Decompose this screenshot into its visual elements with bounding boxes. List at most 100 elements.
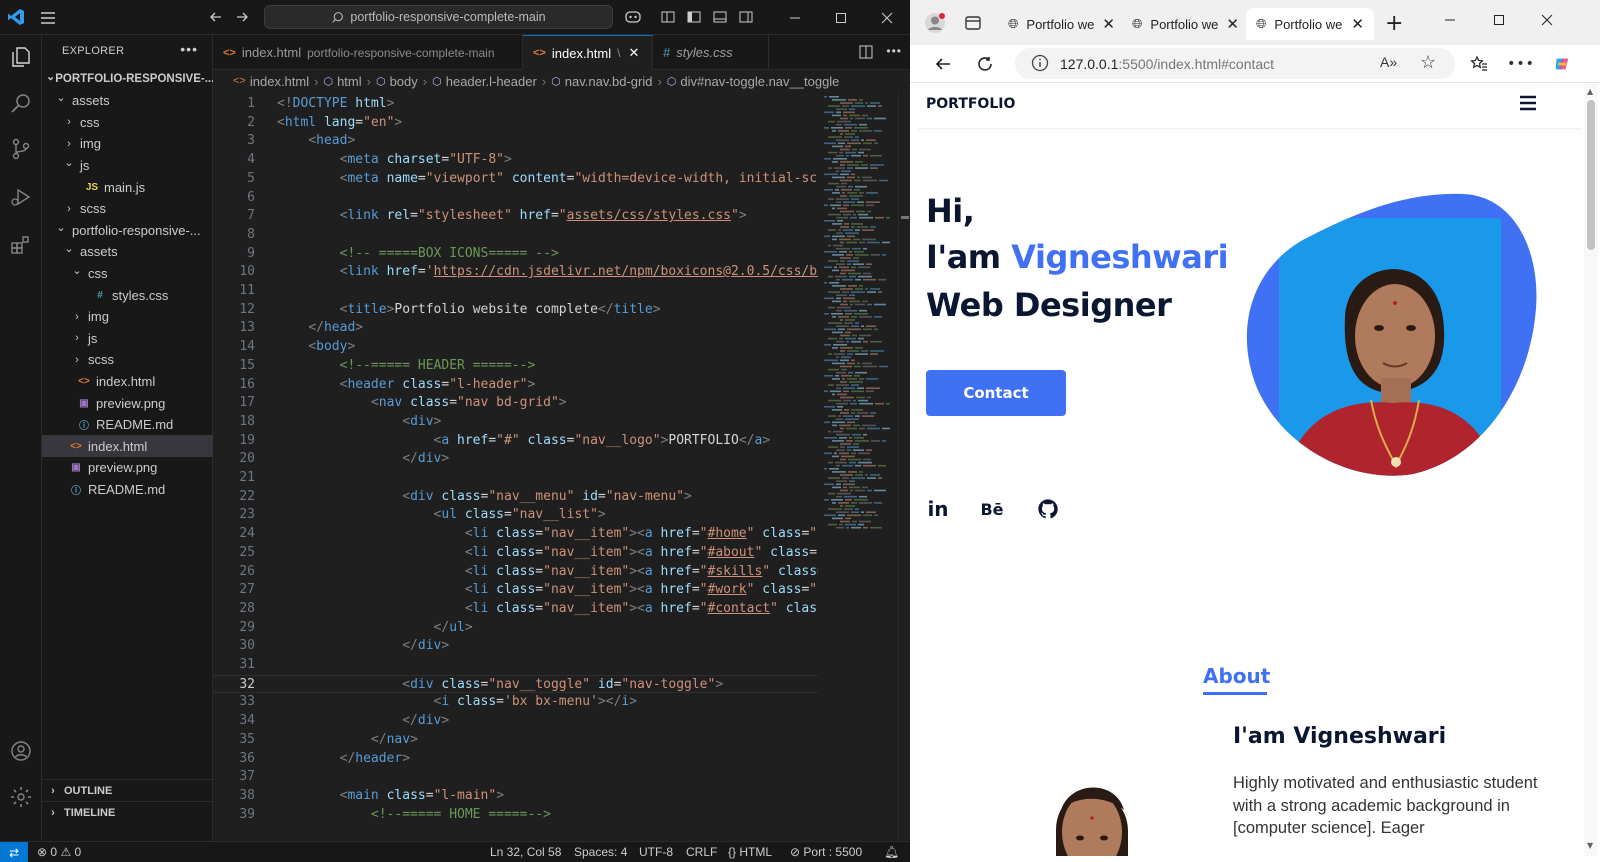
indentation[interactable]: Spaces: 4 xyxy=(574,845,627,859)
code-line[interactable]: 18 <div> xyxy=(213,413,818,432)
code-line[interactable]: 15 <!--===== HEADER =====--> xyxy=(213,357,818,376)
code-line[interactable]: 2 <html lang="en"> xyxy=(213,114,818,133)
code-line[interactable]: 22 <div class="nav__menu" id="nav-menu"> xyxy=(213,488,818,507)
tree-item-image-file[interactable]: ▣ preview.png xyxy=(42,457,213,479)
tab-index-html-2[interactable]: <> index.html \ ✕ xyxy=(523,35,653,70)
editor-scrollbar[interactable] xyxy=(898,92,910,841)
code-line[interactable]: 3 <head> xyxy=(213,132,818,151)
tree-item-project-root[interactable]: ⌄ PORTFOLIO-RESPONSIVE-... xyxy=(42,68,213,90)
live-server-port[interactable]: ⊘ Port : 5500 xyxy=(790,845,862,859)
address-bar[interactable]: 127.0.0.1:5500/index.html#contact A» ☆ xyxy=(1015,48,1455,79)
code-line[interactable]: 5 <meta name="viewport" content="width=d… xyxy=(213,170,818,189)
code-line[interactable]: 10 <link href='https://cdn.jsdelivr.net/… xyxy=(213,263,818,282)
maximize-button[interactable] xyxy=(818,0,864,35)
forward-arrow-icon[interactable] xyxy=(234,9,250,25)
encoding[interactable]: UTF-8 xyxy=(639,845,673,859)
code-line[interactable]: 19 <a href="#" class="nav__logo">PORTFOL… xyxy=(213,432,818,451)
tree-item-css-file[interactable]: # styles.css xyxy=(42,284,213,306)
code-line[interactable]: 9 <!-- =====BOX ICONS===== --> xyxy=(213,245,818,264)
close-icon[interactable]: ✕ xyxy=(1102,15,1115,33)
tab-index-html-1[interactable]: <> index.html portfolio-responsive-compl… xyxy=(213,35,523,70)
code-line[interactable]: 13 </head> xyxy=(213,319,818,338)
read-aloud-icon[interactable]: A» xyxy=(1380,54,1397,70)
code-line[interactable]: 27 <li class="nav__item"><a href="#work"… xyxy=(213,581,818,600)
accounts-icon[interactable] xyxy=(7,737,35,765)
code-line[interactable]: 17 <nav class="nav bd-grid"> xyxy=(213,394,818,413)
code-line[interactable]: 23 <ul class="nav__list"> xyxy=(213,506,818,525)
tree-item-js-file[interactable]: JS main.js xyxy=(42,176,213,198)
code-line[interactable]: 21 xyxy=(213,469,818,488)
scroll-down-icon[interactable]: ▼ xyxy=(1587,841,1593,850)
scrollbar-thumb[interactable] xyxy=(1587,100,1595,250)
outline-section[interactable]: › OUTLINE xyxy=(42,779,213,801)
code-line[interactable]: 11 xyxy=(213,282,818,301)
code-line[interactable]: 8 xyxy=(213,226,818,245)
tree-item-markdown-file[interactable]: ⓘ README.md xyxy=(42,414,213,436)
settings-gear-icon[interactable] xyxy=(7,783,35,811)
profile-avatar[interactable] xyxy=(924,12,946,34)
remote-icon[interactable]: ⇄ xyxy=(0,842,28,862)
code-line[interactable]: 6 xyxy=(213,189,818,208)
search-icon[interactable] xyxy=(7,89,35,117)
behance-icon[interactable]: Bē xyxy=(978,496,1006,522)
code-line[interactable]: 29 </ul> xyxy=(213,619,818,638)
code-line[interactable]: 12 <title>Portfolio website complete</ti… xyxy=(213,301,818,320)
maximize-button[interactable] xyxy=(1493,10,1505,34)
code-line[interactable]: 20 </div> xyxy=(213,450,818,469)
code-line[interactable]: 33 <i class='bx bx-menu'></i> xyxy=(213,693,818,712)
tab-actions-icon[interactable] xyxy=(964,14,982,36)
code-line[interactable]: 4 <meta charset="UTF-8"> xyxy=(213,151,818,170)
timeline-section[interactable]: › TIMELINE xyxy=(42,801,213,823)
page-scrollbar[interactable]: ▲ ▼ xyxy=(1584,84,1598,856)
toggle-secondary-sidebar-icon[interactable] xyxy=(738,9,754,25)
source-control-icon[interactable] xyxy=(7,135,35,163)
tree-item-folder[interactable]: › img xyxy=(42,133,213,155)
browser-tab-1[interactable]: 🌐︎ Portfolio we ✕ xyxy=(998,8,1118,40)
code-line[interactable]: 25 <li class="nav__item"><a href="#about… xyxy=(213,544,818,563)
code-line[interactable]: 28 <li class="nav__item"><a href="#conta… xyxy=(213,600,818,619)
extensions-icon[interactable] xyxy=(7,231,35,259)
code-line[interactable]: 7 <link rel="stylesheet" href="assets/cs… xyxy=(213,207,818,226)
code-line[interactable]: 35 </nav> xyxy=(213,731,818,750)
toggle-panel-icon[interactable] xyxy=(712,9,728,25)
contact-button[interactable]: Contact xyxy=(926,370,1066,416)
code-line[interactable]: 32 <div class="nav__toggle" id="nav-togg… xyxy=(213,674,818,694)
tree-item-folder[interactable]: › js xyxy=(42,327,213,349)
tree-item-html-file[interactable]: <> index.html xyxy=(42,370,213,392)
split-editor-icon[interactable] xyxy=(858,44,874,63)
minimap[interactable] xyxy=(818,92,896,552)
notifications-bell-icon[interactable]: 🔔︎ xyxy=(884,845,899,859)
tree-item-folder[interactable]: › css xyxy=(42,111,213,133)
linkedin-icon[interactable]: in xyxy=(926,496,950,522)
breadcrumb-item[interactable]: div#nav-toggle.nav__toggle xyxy=(680,74,839,89)
code-line[interactable]: 34 </div> xyxy=(213,712,818,731)
layout-icon[interactable] xyxy=(660,9,676,25)
copilot-icon[interactable] xyxy=(1553,55,1571,73)
tree-item-folder[interactable]: ⌄ assets xyxy=(42,90,213,112)
new-tab-icon[interactable]: + xyxy=(1385,11,1403,36)
breadcrumb-item[interactable]: html xyxy=(337,74,362,89)
close-button[interactable] xyxy=(864,0,910,35)
tree-item-folder[interactable]: › scss xyxy=(42,349,213,371)
more-actions-icon[interactable]: ••• xyxy=(886,44,902,63)
cursor-position[interactable]: Ln 32, Col 58 xyxy=(490,845,561,859)
tree-item-folder[interactable]: ⌄ portfolio-responsive-... xyxy=(42,219,213,241)
github-icon[interactable] xyxy=(1036,496,1060,522)
breadcrumb-item[interactable]: nav.nav.bd-grid xyxy=(565,74,653,89)
hamburger-menu-icon[interactable] xyxy=(1519,95,1537,111)
code-line[interactable]: 31 xyxy=(213,656,818,675)
code-editor[interactable]: 1 <!DOCTYPE html> 2 <html lang="en"> 3 <head… xyxy=(213,92,818,841)
minimize-button[interactable] xyxy=(1444,10,1456,34)
back-arrow-icon[interactable] xyxy=(934,55,952,73)
tree-item-folder[interactable]: ⌄ css xyxy=(42,262,213,284)
menu-icon[interactable] xyxy=(38,8,58,28)
toggle-sidebar-icon[interactable] xyxy=(686,9,702,25)
browser-tab-2[interactable]: 🌐︎ Portfolio we ✕ xyxy=(1122,8,1242,40)
code-line[interactable]: 39 <!--===== HOME =====--> xyxy=(213,806,818,825)
problems-status[interactable]: ⊗ 0 ⚠ 0 xyxy=(37,845,81,859)
site-logo[interactable]: PORTFOLIO xyxy=(926,96,1015,112)
breadcrumb-item[interactable]: index.html xyxy=(250,74,309,89)
favorite-star-icon[interactable]: ☆ xyxy=(1420,52,1436,73)
code-line[interactable]: 36 </header> xyxy=(213,750,818,769)
code-line[interactable]: 26 <li class="nav__item"><a href="#skill… xyxy=(213,563,818,582)
